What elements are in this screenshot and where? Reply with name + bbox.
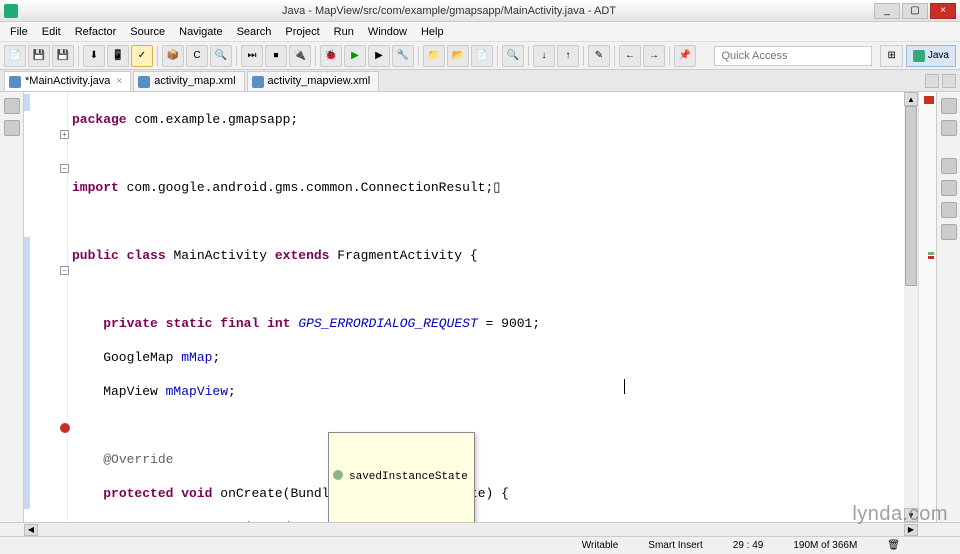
- minimize-view-icon[interactable]: [925, 74, 939, 88]
- menu-run[interactable]: Run: [328, 24, 360, 40]
- menu-project[interactable]: Project: [279, 24, 325, 40]
- hierarchy-icon[interactable]: [4, 120, 20, 136]
- code-area[interactable]: package com.example.gmapsapp; import com…: [68, 92, 918, 522]
- left-toolbar: [0, 92, 24, 522]
- overview-ruler[interactable]: [918, 92, 936, 522]
- javadoc-icon[interactable]: [941, 202, 957, 218]
- debug-icon[interactable]: 🐞: [320, 45, 342, 67]
- lint-icon[interactable]: ✓: [131, 45, 153, 67]
- package-explorer-icon[interactable]: [4, 98, 20, 114]
- search-icon[interactable]: 🔍: [502, 45, 524, 67]
- autocomplete-popup[interactable]: savedInstanceState null: [328, 432, 475, 522]
- pin-icon[interactable]: 📌: [674, 45, 696, 67]
- avd-icon[interactable]: 📱: [107, 45, 129, 67]
- new-icon[interactable]: 📄: [4, 45, 26, 67]
- back-icon[interactable]: ←: [619, 45, 641, 67]
- declaration-icon[interactable]: [941, 224, 957, 240]
- menu-window[interactable]: Window: [362, 24, 413, 40]
- save-all-icon[interactable]: 💾: [52, 45, 74, 67]
- statusbar: Writable Smart Insert 29 : 49 190M of 36…: [0, 536, 960, 554]
- run-last-icon[interactable]: ▶: [368, 45, 390, 67]
- prev-annotation-icon[interactable]: ↑: [557, 45, 579, 67]
- task-list-icon[interactable]: [941, 98, 957, 114]
- maximize-view-icon[interactable]: [942, 74, 956, 88]
- status-writable: Writable: [582, 540, 619, 551]
- vertical-scrollbar[interactable]: ▲ ▼: [904, 92, 918, 522]
- tab-mainactivity[interactable]: *MainActivity.java×: [4, 71, 131, 91]
- menubar: File Edit Refactor Source Navigate Searc…: [0, 22, 960, 42]
- status-insert: Smart Insert: [648, 540, 702, 551]
- close-button[interactable]: ×: [930, 3, 956, 19]
- horizontal-scrollbar[interactable]: ◀ ▶: [0, 522, 960, 536]
- new-project-icon[interactable]: 📁: [423, 45, 445, 67]
- close-tab-icon[interactable]: ×: [116, 76, 122, 87]
- right-toolbar: [936, 92, 960, 522]
- terminate-icon[interactable]: ⏹: [265, 45, 287, 67]
- minimize-button[interactable]: _: [874, 3, 900, 19]
- new-class-icon[interactable]: C: [186, 45, 208, 67]
- sdk-icon[interactable]: ⬇: [83, 45, 105, 67]
- quick-access-input[interactable]: [714, 46, 872, 66]
- tab-activity-map[interactable]: activity_map.xml: [133, 71, 244, 91]
- external-tools-icon[interactable]: 🔧: [392, 45, 414, 67]
- ac-item-savedinstancestate[interactable]: savedInstanceState: [329, 467, 474, 488]
- scroll-up-icon[interactable]: ▲: [904, 92, 918, 106]
- disconnect-icon[interactable]: 🔌: [289, 45, 311, 67]
- ruler[interactable]: + − −: [24, 92, 68, 522]
- open-perspective-button[interactable]: ⊞: [880, 45, 902, 67]
- maximize-button[interactable]: ▢: [902, 3, 928, 19]
- new-package-icon[interactable]: 📦: [162, 45, 184, 67]
- last-edit-icon[interactable]: ✎: [588, 45, 610, 67]
- editor[interactable]: + − − package com.example.gmapsapp; impo…: [24, 92, 936, 522]
- tab-activity-mapview[interactable]: activity_mapview.xml: [247, 71, 380, 91]
- status-position: 29 : 49: [733, 540, 764, 551]
- open-type-icon[interactable]: 🔍: [210, 45, 232, 67]
- titlebar: Java - MapView/src/com/example/gmapsapp/…: [0, 0, 960, 22]
- skip-icon[interactable]: ⏭: [241, 45, 263, 67]
- trash-icon[interactable]: 🗑: [887, 540, 900, 551]
- new-folder-icon[interactable]: 📂: [447, 45, 469, 67]
- menu-source[interactable]: Source: [124, 24, 171, 40]
- menu-edit[interactable]: Edit: [36, 24, 67, 40]
- forward-icon[interactable]: →: [643, 45, 665, 67]
- console-icon[interactable]: [941, 180, 957, 196]
- new-file-icon[interactable]: 📄: [471, 45, 493, 67]
- outline-icon[interactable]: [941, 120, 957, 136]
- save-icon[interactable]: 💾: [28, 45, 50, 67]
- toolbar: 📄 💾 💾 ⬇ 📱 ✓ 📦 C 🔍 ⏭ ⏹ 🔌 🐞 ▶ ▶ 🔧 📁 📂 📄 🔍 …: [0, 42, 960, 70]
- run-icon[interactable]: ▶: [344, 45, 366, 67]
- java-perspective-button[interactable]: Java: [906, 45, 956, 67]
- menu-help[interactable]: Help: [415, 24, 450, 40]
- watermark: lynda.com: [852, 503, 948, 526]
- status-heap: 190M of 366M: [793, 540, 857, 551]
- menu-refactor[interactable]: Refactor: [69, 24, 123, 40]
- app-icon: [4, 4, 18, 18]
- next-annotation-icon[interactable]: ↓: [533, 45, 555, 67]
- editor-tabbar: *MainActivity.java× activity_map.xml act…: [0, 70, 960, 92]
- menu-search[interactable]: Search: [231, 24, 278, 40]
- problems-icon[interactable]: [941, 158, 957, 174]
- menu-file[interactable]: File: [4, 24, 34, 40]
- window-title: Java - MapView/src/com/example/gmapsapp/…: [24, 5, 874, 17]
- menu-navigate[interactable]: Navigate: [173, 24, 228, 40]
- scroll-left-icon[interactable]: ◀: [24, 524, 38, 536]
- text-cursor: [624, 379, 625, 394]
